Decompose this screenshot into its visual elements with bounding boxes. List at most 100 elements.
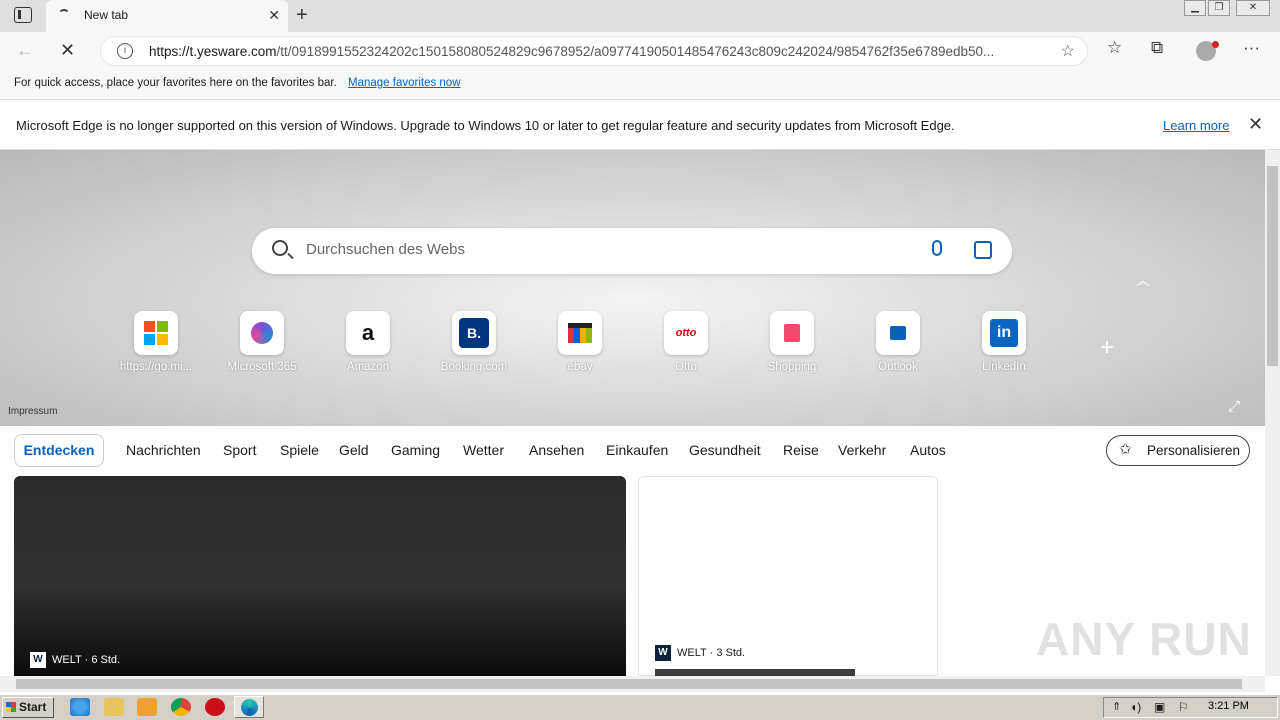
tile-label: ebay	[567, 361, 593, 373]
news-card[interactable]: W WELT · 3 Std.	[638, 476, 938, 677]
favorites-hint: For quick access, place your favorites h…	[14, 77, 337, 89]
tab-geld[interactable]: Geld	[339, 442, 369, 458]
tab-close-icon[interactable]: ✕	[268, 7, 280, 24]
collections-icon[interactable]: ⧉	[1151, 38, 1163, 58]
tab-verkehr[interactable]: Verkehr	[838, 442, 886, 458]
tab-entdecken[interactable]: Entdecken	[14, 434, 104, 467]
new-tab-background	[0, 150, 1265, 426]
tile-label: Shopping	[767, 361, 817, 373]
quick-link-tile[interactable]: B. Booking.com	[419, 311, 529, 373]
add-favorite-icon[interactable]: ☆	[1061, 41, 1075, 61]
card-source: W WELT · 3 Std.	[655, 645, 745, 661]
volume-icon[interactable]: ◖)	[1130, 700, 1141, 714]
tile-label: Otto	[675, 361, 697, 373]
sidebar-toggle-icon[interactable]	[14, 7, 32, 23]
quick-link-tile[interactable]: a Amazon	[313, 311, 423, 373]
chevron-up-icon[interactable]: ︿	[1136, 270, 1150, 290]
card-source-text: WELT · 3 Std.	[677, 647, 746, 659]
tab-einkaufen[interactable]: Einkaufen	[606, 442, 668, 458]
stop-loading-icon[interactable]: ✕	[60, 40, 75, 61]
chrome-icon[interactable]	[171, 698, 191, 716]
tile-label: https://go.mi...	[119, 361, 193, 373]
impressum-link[interactable]: Impressum	[8, 406, 57, 417]
visual-search-icon[interactable]	[974, 241, 992, 259]
tab-new[interactable]: New tab ✕	[46, 0, 288, 32]
shopping-icon	[770, 311, 814, 355]
back-arrow-icon[interactable]: ←	[16, 40, 34, 61]
quick-link-tile[interactable]: Outlook	[843, 311, 953, 373]
window-close-button[interactable]: ✕	[1236, 0, 1270, 16]
linkedin-icon: in	[982, 311, 1026, 355]
edge-taskbar-button[interactable]	[234, 696, 264, 718]
card-source-text: WELT · 6 Std.	[52, 654, 121, 666]
internet-explorer-icon[interactable]	[70, 698, 90, 716]
tab-reise[interactable]: Reise	[783, 442, 819, 458]
search-input[interactable]	[306, 241, 866, 258]
booking-icon: B.	[452, 311, 496, 355]
quick-link-tile[interactable]: Shopping	[737, 311, 847, 373]
tab-title: New tab	[84, 8, 129, 22]
quick-link-tile[interactable]: https://go.mi...	[101, 311, 211, 373]
action-center-flag-icon[interactable]: ⚐	[1178, 700, 1189, 714]
opera-icon[interactable]	[205, 698, 225, 716]
news-card[interactable]: W WELT · 6 Std.	[14, 476, 626, 676]
tile-label: Amazon	[346, 361, 390, 373]
microsoft-icon	[134, 311, 178, 355]
tab-nachrichten[interactable]: Nachrichten	[126, 442, 201, 458]
quick-link-tile[interactable]: in LinkedIn	[949, 311, 1059, 373]
personalize-button[interactable]: ✩ Personalisieren	[1106, 435, 1250, 466]
favorites-icon[interactable]: ☆	[1107, 38, 1122, 58]
card-source: W WELT · 6 Std.	[30, 652, 120, 668]
expand-icon[interactable]: ⤢	[1228, 398, 1240, 415]
infobar-message: Microsoft Edge is no longer supported on…	[16, 118, 955, 133]
otto-icon: otto	[664, 311, 708, 355]
anyrun-watermark: ANY RUN	[1036, 613, 1252, 665]
ebay-icon	[558, 311, 602, 355]
unsupported-os-infobar: Microsoft Edge is no longer supported on…	[0, 100, 1280, 150]
web-search-box[interactable]	[252, 228, 1012, 274]
quick-link-tile[interactable]: ebay	[525, 311, 635, 373]
media-player-icon[interactable]	[137, 698, 157, 716]
site-info-icon[interactable]: i	[117, 43, 133, 59]
tile-label: LinkedIn	[982, 361, 1026, 373]
tile-label: Outlook	[878, 361, 918, 373]
tab-wetter[interactable]: Wetter	[463, 442, 504, 458]
new-tab-button[interactable]: +	[296, 4, 308, 27]
restore-button[interactable]: ❐	[1208, 0, 1230, 16]
manage-favorites-link[interactable]: Manage favorites now	[348, 77, 461, 89]
tab-autos[interactable]: Autos	[910, 442, 946, 458]
url-text[interactable]: https://t.yesware.com/tt/091899155232420…	[149, 44, 1044, 59]
explorer-folder-icon[interactable]	[104, 698, 124, 716]
quick-link-tile[interactable]: otto Otto	[631, 311, 741, 373]
search-icon	[272, 240, 288, 256]
network-icon[interactable]: ▣	[1154, 700, 1165, 714]
address-bar[interactable]: i https://t.yesware.com/tt/0918991552324…	[100, 36, 1088, 66]
microphone-icon[interactable]	[932, 240, 942, 256]
tray-expand-icon[interactable]: ⇑	[1112, 700, 1121, 713]
welt-logo-icon: W	[655, 645, 671, 661]
edge-icon	[241, 699, 258, 716]
personalize-star-icon: ✩	[1119, 441, 1132, 458]
add-shortcut-button[interactable]: +	[1100, 334, 1114, 362]
vertical-scroll-thumb[interactable]	[1267, 166, 1278, 366]
clock[interactable]: 3:21 PM	[1208, 700, 1249, 712]
tab-sport[interactable]: Sport	[223, 442, 256, 458]
amazon-icon: a	[346, 311, 390, 355]
start-button[interactable]: Start	[2, 697, 54, 718]
tab-gesundheit[interactable]: Gesundheit	[689, 442, 761, 458]
profile-avatar[interactable]	[1196, 41, 1219, 61]
minimize-button[interactable]: ▁	[1184, 0, 1206, 16]
tab-gaming[interactable]: Gaming	[391, 442, 440, 458]
learn-more-link[interactable]: Learn more	[1163, 118, 1229, 133]
tab-spiele[interactable]: Spiele	[280, 442, 319, 458]
tab-ansehen[interactable]: Ansehen	[529, 442, 584, 458]
favorites-bar: For quick access, place your favorites h…	[0, 70, 1280, 100]
quick-link-tile[interactable]: Microsoft 365	[207, 311, 317, 373]
horizontal-scroll-thumb[interactable]	[16, 679, 1242, 689]
tile-label: Booking.com	[440, 361, 508, 373]
infobar-close-icon[interactable]: ✕	[1248, 114, 1263, 135]
more-menu-icon[interactable]: ···	[1243, 38, 1260, 58]
taskbar	[0, 694, 1280, 720]
m365-icon	[240, 311, 284, 355]
personalize-label: Personalisieren	[1147, 443, 1241, 458]
